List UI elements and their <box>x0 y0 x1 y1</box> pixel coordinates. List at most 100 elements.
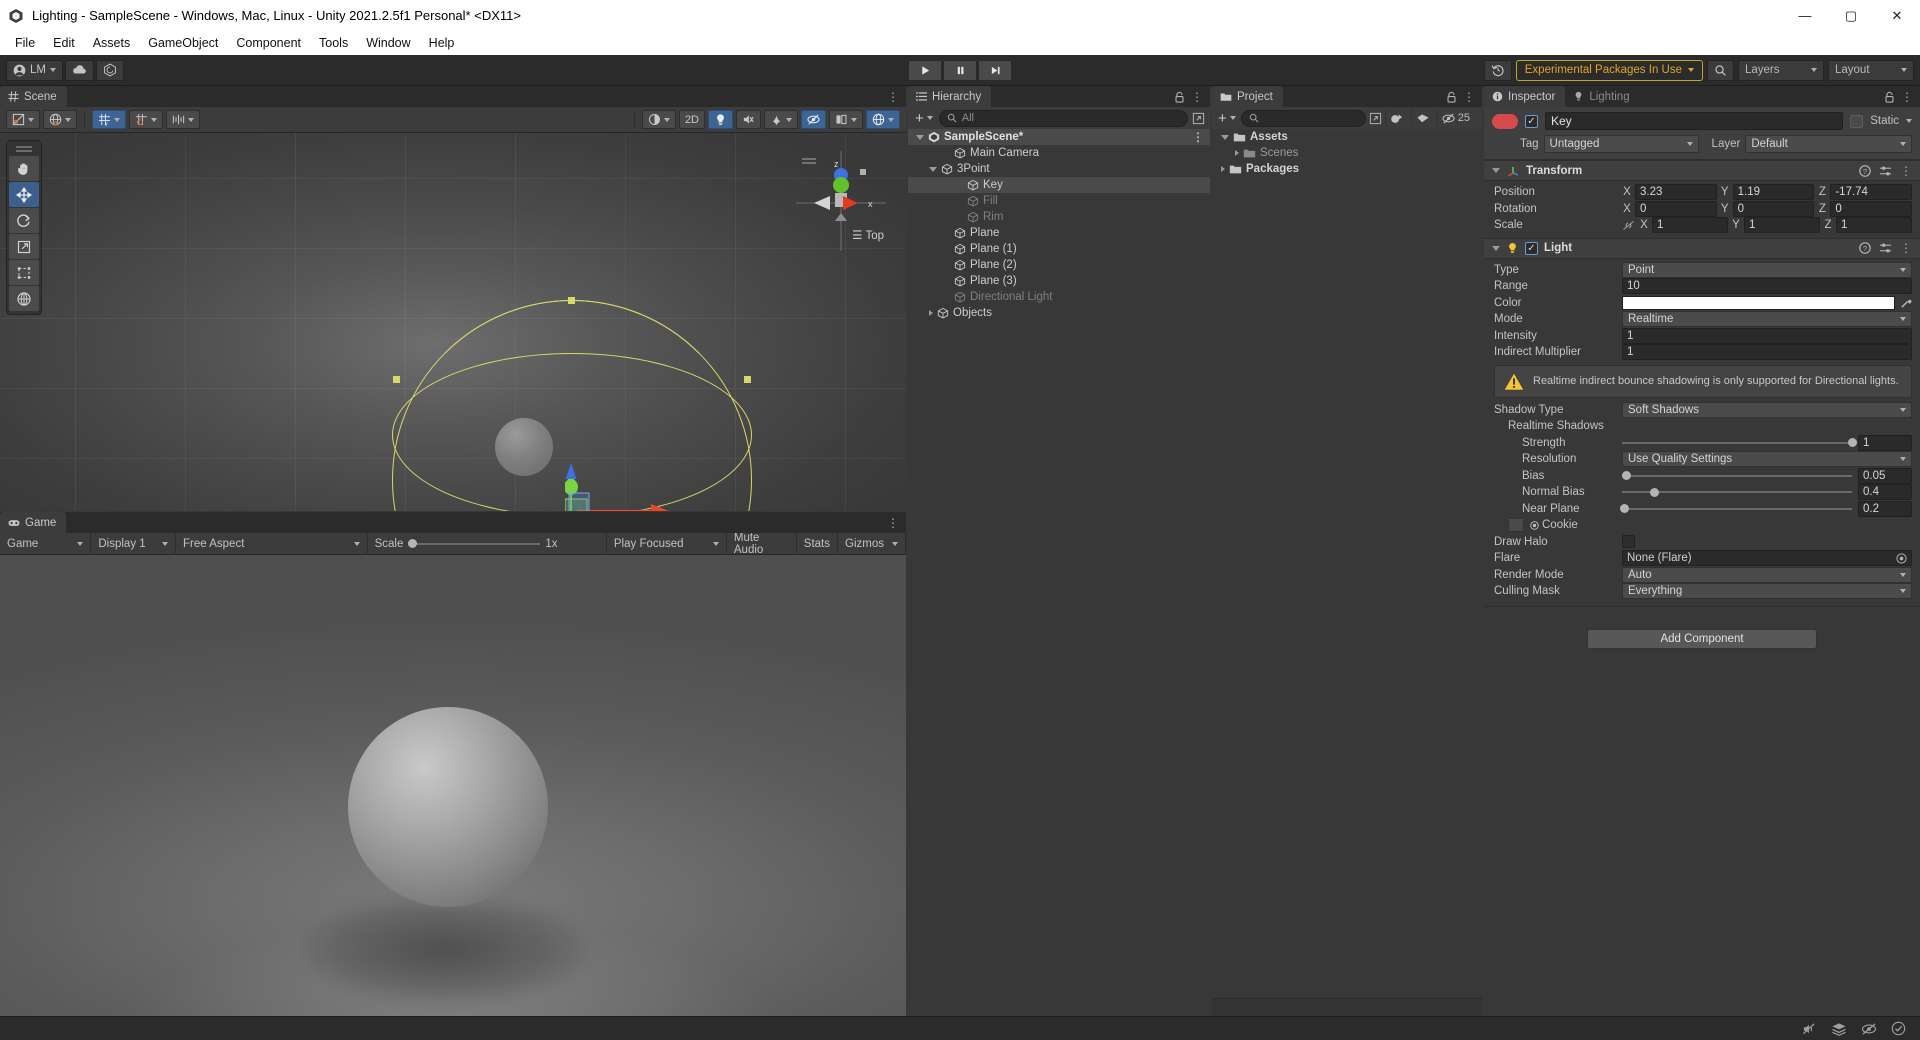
kebab-menu-icon[interactable]: ⋮ <box>887 517 899 529</box>
ready-check-icon[interactable] <box>1891 1021 1906 1036</box>
normal-bias-value-field[interactable]: 0.4 <box>1858 484 1912 501</box>
scene-tool-pivot-button[interactable] <box>6 110 40 129</box>
project-add-button[interactable]: + <box>1216 111 1238 126</box>
cookie-preview-swatch[interactable] <box>1508 518 1524 533</box>
normal-bias-slider-track[interactable] <box>1622 487 1852 497</box>
scale-tool-button[interactable] <box>9 234 39 259</box>
hierarchy-item-directional-light[interactable]: Directional Light <box>908 289 1210 305</box>
fx-toggle-button[interactable] <box>764 110 798 129</box>
layout-dropdown[interactable]: Layout <box>1828 59 1914 81</box>
strength-value-field[interactable]: 1 <box>1858 434 1912 451</box>
scale-y-field[interactable]: 1 <box>1744 217 1820 234</box>
draw-halo-checkbox[interactable] <box>1622 535 1635 549</box>
help-icon[interactable]: ? <box>1859 164 1871 177</box>
normal-bias-slider-knob[interactable] <box>1649 487 1659 497</box>
hierarchy-item-plane-1[interactable]: Plane (1) <box>908 241 1210 257</box>
project-item-assets[interactable]: Assets <box>1212 129 1482 145</box>
filter-by-label-button[interactable] <box>1410 109 1434 127</box>
project-popout-icon[interactable] <box>1369 112 1382 125</box>
search-button[interactable] <box>1707 59 1734 81</box>
add-component-button[interactable]: Add Component <box>1587 628 1817 649</box>
gizmo-handle-left[interactable] <box>393 376 400 383</box>
shading-mode-button[interactable] <box>641 110 676 129</box>
menu-tools[interactable]: Tools <box>310 34 357 52</box>
audio-toggle-button[interactable] <box>736 110 761 129</box>
near-plane-slider-knob[interactable] <box>1619 504 1629 514</box>
menu-component[interactable]: Component <box>227 34 310 52</box>
kebab-menu-icon[interactable]: ⋮ <box>1900 242 1912 254</box>
grid-visibility-button[interactable] <box>829 110 863 129</box>
resolution-dropdown[interactable]: Use Quality Settings <box>1622 451 1912 468</box>
gizmos-dropdown[interactable]: Gizmos <box>838 532 906 555</box>
mute-audio-status-icon[interactable] <box>1802 1022 1817 1036</box>
tab-game[interactable]: Game <box>0 512 67 533</box>
tab-scene[interactable]: Scene <box>0 86 67 107</box>
static-checkbox[interactable]: ✓ <box>1850 114 1864 128</box>
chevron-down-icon[interactable] <box>1221 134 1229 140</box>
light-enabled-checkbox[interactable]: ✓ <box>1525 241 1538 255</box>
position-z-field[interactable]: -17.74 <box>1830 184 1913 201</box>
target-display-dropdown[interactable]: Game <box>0 532 92 555</box>
visibility-status-icon[interactable] <box>1861 1022 1877 1036</box>
lock-icon[interactable] <box>1884 91 1895 103</box>
experimental-packages-badge[interactable]: Experimental Packages In Use <box>1515 59 1703 81</box>
scale-slider[interactable]: Scale 1x <box>368 532 607 555</box>
menu-help[interactable]: Help <box>420 34 464 52</box>
object-picker-icon[interactable] <box>1896 553 1907 564</box>
lock-icon[interactable] <box>1446 91 1457 103</box>
light-indirect-field[interactable]: 1 <box>1622 344 1912 361</box>
scene-tool-handle-space-button[interactable] <box>43 110 77 129</box>
scale-slider-track[interactable] <box>408 539 541 548</box>
hierarchy-search-input[interactable]: All <box>938 109 1188 127</box>
layers-status-icon[interactable] <box>1831 1022 1847 1036</box>
hierarchy-item-3point[interactable]: 3Point <box>908 161 1210 177</box>
menu-edit[interactable]: Edit <box>44 34 84 52</box>
hierarchy-item-key[interactable]: Key <box>908 177 1210 193</box>
strength-slider-track[interactable] <box>1622 438 1857 448</box>
chevron-right-icon[interactable] <box>1221 166 1225 172</box>
tab-project[interactable]: Project <box>1212 86 1283 107</box>
eyedropper-icon[interactable] <box>1900 297 1912 309</box>
hierarchy-item-rim[interactable]: Rim <box>908 209 1210 225</box>
kebab-menu-icon[interactable]: ⋮ <box>1900 165 1912 177</box>
light-mode-dropdown[interactable]: Realtime <box>1622 311 1912 328</box>
normal-bias-slider[interactable]: 0.4 <box>1622 484 1912 501</box>
flare-object-field[interactable]: None (Flare) <box>1622 550 1912 567</box>
light-color-swatch[interactable] <box>1622 295 1895 310</box>
undo-history-button[interactable] <box>1483 59 1512 81</box>
hidden-packages-button[interactable]: 25 <box>1436 109 1474 127</box>
hierarchy-item-objects[interactable]: Objects <box>908 305 1210 321</box>
menu-assets[interactable]: Assets <box>84 34 140 52</box>
hierarchy-item-plane-2[interactable]: Plane (2) <box>908 257 1210 273</box>
maximize-button[interactable]: ▢ <box>1828 0 1874 31</box>
snap-increment-button[interactable] <box>129 110 163 129</box>
hierarchy-item-main-camera[interactable]: Main Camera <box>908 145 1210 161</box>
aspect-ratio-dropdown[interactable]: Free Aspect <box>176 532 368 555</box>
near-plane-value-field[interactable]: 0.2 <box>1858 500 1912 517</box>
cloud-button[interactable] <box>64 59 94 81</box>
rotation-z-field[interactable]: 0 <box>1830 200 1913 217</box>
step-button[interactable] <box>978 59 1012 81</box>
chevron-down-icon[interactable] <box>1492 245 1500 251</box>
lock-icon[interactable] <box>1174 91 1185 103</box>
hidden-objects-button[interactable] <box>801 110 826 129</box>
rotation-x-field[interactable]: 0 <box>1635 200 1717 217</box>
chevron-down-icon[interactable] <box>916 134 924 140</box>
hierarchy-item-plane-3[interactable]: Plane (3) <box>908 273 1210 289</box>
tag-dropdown[interactable]: Untagged <box>1543 135 1699 153</box>
help-icon[interactable]: ? <box>1859 242 1871 254</box>
game-viewport[interactable] <box>0 555 906 1037</box>
tab-lighting[interactable]: Lighting <box>1565 86 1639 107</box>
scene-lighting-button[interactable] <box>708 110 733 129</box>
kebab-menu-icon[interactable]: ⋮ <box>1191 91 1203 103</box>
hierarchy-add-button[interactable]: + <box>913 111 935 126</box>
chevron-right-icon[interactable] <box>1235 150 1239 156</box>
pause-button[interactable] <box>943 59 977 81</box>
mute-audio-toggle[interactable]: Mute Audio <box>727 532 797 556</box>
account-button[interactable]: LM <box>6 59 63 81</box>
grid-snapping-button[interactable]: y <box>92 110 126 129</box>
object-name-field[interactable]: Key <box>1545 112 1844 130</box>
light-component-header[interactable]: ✓ Light ? ⋮ <box>1484 237 1920 259</box>
unity-services-button[interactable] <box>95 59 124 81</box>
display-dropdown[interactable]: Display 1 <box>91 532 177 555</box>
